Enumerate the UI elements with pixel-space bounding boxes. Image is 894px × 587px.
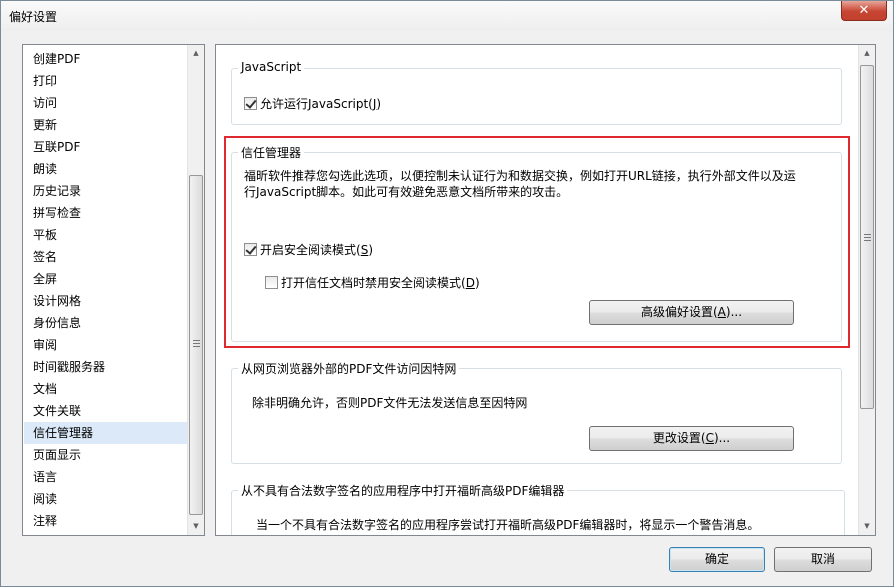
javascript-group-title: JavaScript [238,60,305,74]
sidebar-item[interactable]: 设计网格 [24,290,187,312]
close-icon: ✕ [858,3,870,18]
sidebar-item[interactable]: 阅读 [24,488,187,510]
sidebar-item[interactable]: 朗读 [24,158,187,180]
preferences-window: 偏好设置 ✕ 创建PDF 打印 访问 更新 互联PDF 朗读 历史记录 拼写检查 平板 签名 全屏设… [0,0,894,587]
sidebar-item[interactable]: 页面显示 [24,444,187,466]
close-button[interactable]: ✕ [841,1,887,21]
sidebar-item[interactable]: 拼写检查 [24,202,187,224]
sidebar-item[interactable]: 互联PDF [24,136,187,158]
allow-javascript-label: 允许运行JavaScript(J) [260,97,382,111]
window-title: 偏好设置 [9,10,58,24]
sidebar-item[interactable]: 身份信息 [24,312,187,334]
allow-javascript-option[interactable]: 允许运行JavaScript(J) [244,95,381,112]
sidebar-item[interactable]: 信任管理器 [24,422,187,444]
sidebar-item[interactable]: 审阅 [24,334,187,356]
unsigned-app-group-title: 从不具有合法数字签名的应用程序中打开福昕高级PDF编辑器 [238,482,568,499]
category-list-scrollbar[interactable]: ▲ ▼ [187,45,204,535]
sidebar-item[interactable]: 历史记录 [24,180,187,202]
scroll-thumb[interactable] [189,175,203,515]
category-list-items: 创建PDF 打印 访问 更新 互联PDF 朗读 历史记录 拼写检查 平板 签名 全屏 设计网格 身份信息… [23,45,187,535]
sidebar-item[interactable]: 打印 [24,70,187,92]
internet-access-group-title: 从网页浏览器外部的PDF文件访问因特网 [238,360,460,377]
settings-panel-scrollbar[interactable]: ▲ ▼ [858,45,875,535]
scroll-up-arrow-icon[interactable]: ▲ [859,45,875,62]
sidebar-item[interactable]: 全屏 [24,268,187,290]
grip-icon [864,234,871,241]
grip-icon [193,340,200,347]
change-settings-button[interactable]: 更改设置(C)... [589,426,794,451]
title-bar[interactable]: 偏好设置 ✕ [1,1,893,31]
sidebar-item[interactable]: 访问 [24,92,187,114]
sidebar-item[interactable]: 文件关联 [24,400,187,422]
internet-access-group: 从网页浏览器外部的PDF文件访问因特网 除非明确允许，否则PDF文件无法发送信息… [231,360,842,464]
scroll-down-arrow-icon[interactable]: ▼ [188,518,204,535]
sidebar-item[interactable]: 平板 [24,224,187,246]
category-list: 创建PDF 打印 访问 更新 互联PDF 朗读 历史记录 拼写检查 平板 签名 全屏 设计网格 身份信息… [22,44,205,536]
sidebar-item[interactable]: 时间戳服务器 [24,356,187,378]
sidebar-item[interactable]: 更新 [24,114,187,136]
settings-scroll-thumb[interactable] [860,65,874,409]
sidebar-item[interactable]: 文档 [24,378,187,400]
sidebar-item[interactable]: 注释 [24,510,187,532]
ok-button[interactable]: 确定 [669,547,765,572]
sidebar-item[interactable]: 语言 [24,466,187,488]
unsigned-app-description: 当一个不具有合法数字签名的应用程序尝试打开福昕高级PDF编辑器时，将显示一个警告… [256,518,760,532]
javascript-group: JavaScript 允许运行JavaScript(J) [231,60,842,125]
unsigned-app-group: 从不具有合法数字签名的应用程序中打开福昕高级PDF编辑器 当一个不具有合法数字签… [231,482,845,535]
sidebar-item[interactable]: 创建PDF [24,48,187,70]
trust-manager-highlight [224,136,850,348]
internet-access-description: 除非明确允许，否则PDF文件无法发送信息至因特网 [252,396,528,410]
cancel-button[interactable]: 取消 [774,547,872,572]
scroll-down-arrow-icon[interactable]: ▼ [859,518,875,535]
sidebar-item[interactable]: 签名 [24,246,187,268]
scroll-up-arrow-icon[interactable]: ▲ [188,45,204,62]
allow-javascript-checkbox[interactable] [244,97,257,110]
